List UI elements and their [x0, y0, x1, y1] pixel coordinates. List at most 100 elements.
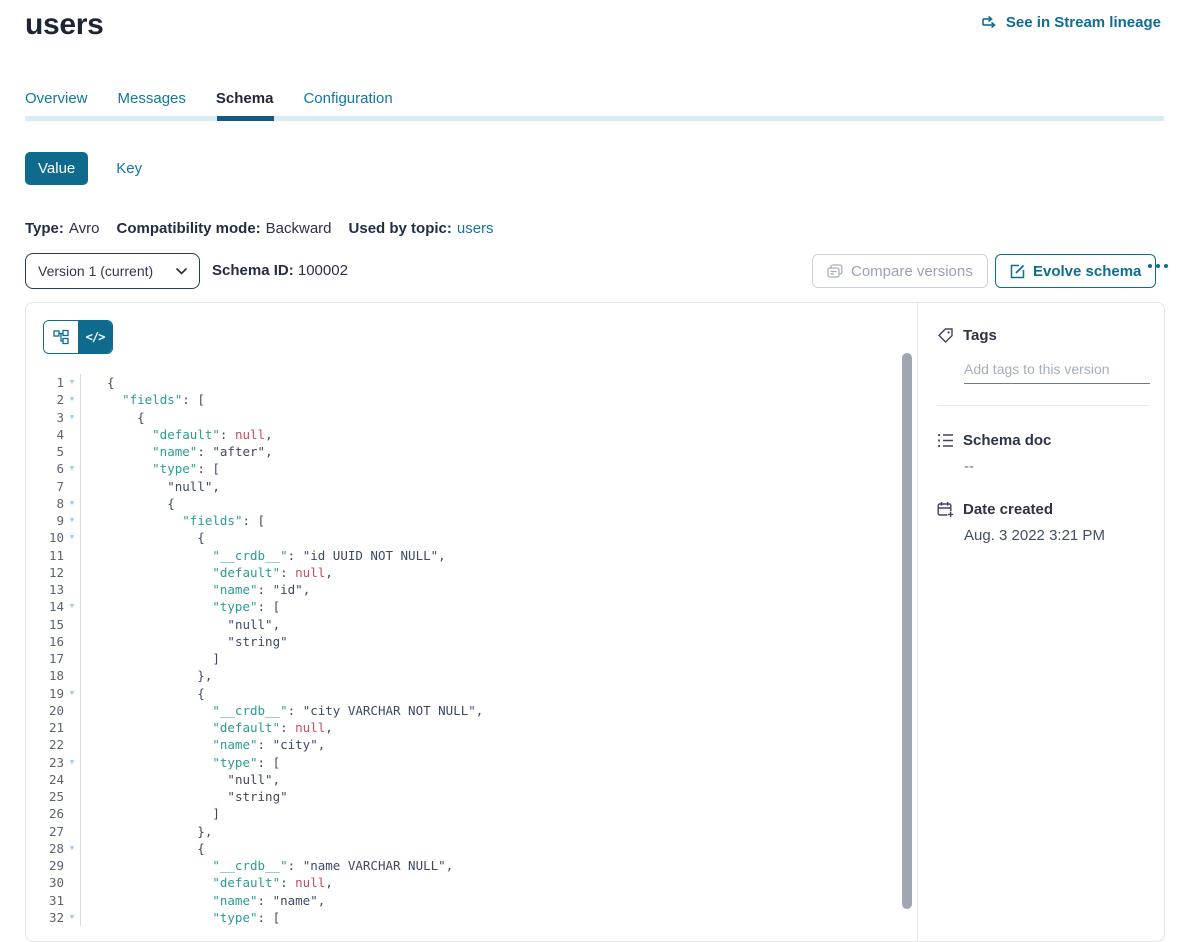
code-line: 29 "__crdb__": "name VARCHAR NULL",: [26, 857, 917, 874]
line-number: 31: [26, 892, 64, 909]
fold-toggle-icon[interactable]: ▼: [64, 529, 80, 546]
fold-toggle-icon[interactable]: ▼: [64, 460, 80, 477]
fold-toggle-icon[interactable]: ▼: [64, 391, 80, 408]
see-in-stream-lineage-link[interactable]: See in Stream lineage: [981, 14, 1161, 31]
fold-spacer: [64, 581, 80, 598]
code-line: 18 },: [26, 667, 917, 684]
code-line: 21 "default": null,: [26, 719, 917, 736]
code-text: "name": "name",: [81, 892, 325, 909]
fold-toggle-icon[interactable]: ▼: [64, 409, 80, 426]
more-options-button[interactable]: [1146, 258, 1170, 274]
tab-schema[interactable]: Schema: [216, 90, 274, 107]
code-text: "type": [: [81, 598, 280, 615]
code-line: 8▼ {: [26, 495, 917, 512]
schema-id: Schema ID: 100002: [212, 262, 348, 279]
fold-spacer: [64, 443, 80, 460]
calendar-plus-icon: [937, 501, 954, 518]
code-line: 24 "null",: [26, 771, 917, 788]
compatibility-mode-label: Compatibility mode:: [116, 220, 260, 237]
evolve-schema-button[interactable]: Evolve schema: [995, 254, 1156, 288]
fold-toggle-icon[interactable]: ▼: [64, 598, 80, 615]
fold-toggle-icon[interactable]: ▼: [64, 909, 80, 926]
bullet-list-icon: [937, 433, 954, 448]
fold-toggle-icon[interactable]: ▼: [64, 685, 80, 702]
line-number: 29: [26, 857, 64, 874]
code-line: 17 ]: [26, 650, 917, 667]
code-line: 13 "name": "id",: [26, 581, 917, 598]
compare-versions-button[interactable]: Compare versions: [812, 254, 988, 288]
code-line: 25 "string": [26, 788, 917, 805]
stream-lineage-label: See in Stream lineage: [1006, 14, 1161, 31]
tab-configuration[interactable]: Configuration: [303, 90, 392, 107]
ellipsis-icon: [1148, 264, 1152, 268]
fold-spacer: [64, 874, 80, 891]
fold-toggle-icon[interactable]: ▼: [64, 495, 80, 512]
ellipsis-icon: [1164, 264, 1168, 268]
code-line: 5 "name": "after",: [26, 443, 917, 460]
code-line: 15 "null",: [26, 616, 917, 633]
code-text: "default": null,: [81, 874, 333, 891]
code-text: "fields": [: [81, 512, 265, 529]
fold-spacer: [64, 564, 80, 581]
schema-meta-row: Type: Avro Compatibility mode: Backward …: [25, 220, 494, 237]
vertical-scrollbar[interactable]: [902, 353, 912, 909]
key-toggle-button[interactable]: Key: [116, 160, 142, 177]
compare-versions-icon: [827, 264, 843, 279]
line-number: 11: [26, 547, 64, 564]
schema-panel: </> 1▼{2▼ "fields": [3▼ {4 "default": nu…: [25, 302, 1165, 942]
add-tags-input[interactable]: [964, 358, 1150, 384]
tree-view-button[interactable]: [44, 321, 78, 353]
fold-toggle-icon[interactable]: ▼: [64, 840, 80, 857]
code-line: 27 },: [26, 823, 917, 840]
code-text: "__crdb__": "name VARCHAR NULL",: [81, 857, 453, 874]
code-text: "__crdb__": "id UUID NOT NULL",: [81, 547, 446, 564]
value-toggle-button[interactable]: Value: [25, 152, 88, 185]
code-text: {: [81, 840, 205, 857]
tab-underline-track: [25, 116, 1164, 121]
code-line: 11 "__crdb__": "id UUID NOT NULL",: [26, 547, 917, 564]
code-text: "null",: [81, 771, 280, 788]
chevron-down-icon: [176, 268, 187, 275]
fold-spacer: [64, 823, 80, 840]
schema-doc-value: --: [964, 458, 1149, 475]
code-brackets-icon: </>: [86, 330, 105, 344]
line-number: 23: [26, 754, 64, 771]
tab-overview[interactable]: Overview: [25, 90, 88, 107]
line-number: 21: [26, 719, 64, 736]
line-number: 25: [26, 788, 64, 805]
code-line: 22 "name": "city",: [26, 736, 917, 753]
fold-toggle-icon[interactable]: ▼: [64, 512, 80, 529]
code-text: "type": [: [81, 460, 220, 477]
type-value: Avro: [69, 220, 100, 237]
line-number: 2: [26, 391, 64, 408]
evolve-schema-label: Evolve schema: [1033, 263, 1141, 280]
line-number: 19: [26, 685, 64, 702]
line-number: 6: [26, 460, 64, 477]
topic-tabs: Overview Messages Schema Configuration: [25, 90, 393, 107]
code-text: {: [81, 495, 175, 512]
fold-toggle-icon[interactable]: ▼: [64, 754, 80, 771]
version-select[interactable]: Version 1 (current): [25, 253, 200, 289]
line-number: 3: [26, 409, 64, 426]
compatibility-mode-value: Backward: [266, 220, 332, 237]
line-number: 17: [26, 650, 64, 667]
type-label: Type:: [25, 220, 64, 237]
line-number: 9: [26, 512, 64, 529]
active-tab-underline: [217, 116, 274, 121]
line-number: 30: [26, 874, 64, 891]
tab-messages[interactable]: Messages: [118, 90, 186, 107]
code-line: 10▼ {: [26, 529, 917, 546]
fold-toggle-icon[interactable]: ▼: [64, 374, 80, 391]
tags-section-header: Tags: [937, 327, 1149, 344]
code-view-button[interactable]: </>: [78, 321, 112, 353]
used-by-topic-link[interactable]: users: [457, 220, 494, 237]
code-text: },: [81, 823, 212, 840]
code-line: 23▼ "type": [: [26, 754, 917, 771]
line-number: 20: [26, 702, 64, 719]
code-text: "null",: [81, 478, 220, 495]
fold-spacer: [64, 736, 80, 753]
used-by-topic-label: Used by topic:: [349, 220, 452, 237]
schema-doc-section: Schema doc --: [937, 432, 1149, 475]
ellipsis-icon: [1156, 264, 1160, 268]
schema-code-editor[interactable]: 1▼{2▼ "fields": [3▼ {4 "default": null,5…: [26, 374, 917, 926]
